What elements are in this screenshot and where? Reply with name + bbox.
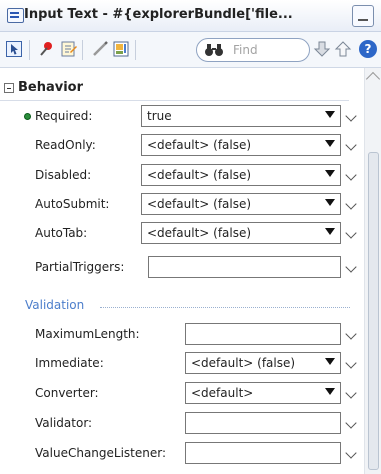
edit-icon[interactable] [60, 40, 78, 58]
up-arrow-icon[interactable] [334, 40, 352, 58]
property-row-valuechangelistener: ValueChangeListener: [0, 442, 364, 468]
maximumlength-input[interactable] [185, 323, 341, 345]
property-label: Converter: [35, 386, 99, 400]
property-row-autotab: AutoTab: <default> (false) [0, 222, 364, 248]
property-row-validator: Validator: [0, 412, 364, 438]
valuechangelistener-input[interactable] [185, 442, 341, 464]
dropdown-arrow-icon [325, 170, 335, 177]
disabled-select[interactable]: <default> (false) [141, 164, 341, 186]
scroll-up-arrow-icon[interactable] [365, 71, 381, 87]
window-title: Input Text - #{explorerBundle['file... [24, 7, 293, 22]
select-value: <default> (false) [191, 356, 296, 370]
required-indicator-icon [24, 113, 31, 120]
validation-subsection: Validation [15, 298, 350, 318]
select-value: true [147, 109, 172, 123]
chevron-down-icon[interactable] [345, 261, 357, 273]
chevron-down-icon[interactable] [345, 387, 357, 399]
component-icon [7, 8, 24, 23]
collapse-icon[interactable] [4, 83, 14, 93]
property-label: AutoSubmit: [35, 197, 110, 211]
property-label: MaximumLength: [35, 327, 140, 341]
property-label: Validator: [35, 416, 93, 430]
required-select[interactable]: true [141, 105, 341, 127]
pencil-icon[interactable] [91, 40, 109, 58]
chevron-down-icon[interactable] [345, 417, 357, 429]
property-inspector-window: Input Text - #{explorerBundle['file... F… [0, 0, 381, 474]
select-value: <default> (false) [147, 197, 252, 211]
find-placeholder: Find [233, 43, 258, 57]
toolbar: Find ? [0, 32, 381, 68]
find-field[interactable]: Find [196, 38, 310, 62]
chevron-down-icon[interactable] [345, 139, 357, 151]
select-value: <default> (false) [147, 138, 252, 152]
properties-panel: Behavior Required: true ReadOnly: <defau… [0, 68, 364, 474]
chevron-down-icon[interactable] [345, 357, 357, 369]
chevron-down-icon[interactable] [345, 110, 357, 122]
down-arrow-icon[interactable] [313, 40, 331, 58]
subsection-divider [100, 307, 350, 308]
property-row-immediate: Immediate: <default> (false) [0, 352, 364, 378]
dropdown-arrow-icon [325, 388, 335, 395]
layout-icon[interactable] [112, 40, 130, 58]
property-label: Immediate: [35, 356, 104, 370]
scroll-thumb[interactable] [368, 152, 379, 470]
property-row-converter: Converter: <default> [0, 382, 364, 408]
subsection-title: Validation [25, 298, 85, 312]
dropdown-arrow-icon [325, 111, 335, 118]
property-label: ValueChangeListener: [35, 446, 167, 460]
dropdown-arrow-icon [325, 140, 335, 147]
dropdown-arrow-icon [325, 358, 335, 365]
property-label: Disabled: [35, 168, 92, 182]
select-value: <default> [191, 386, 254, 400]
chevron-down-icon[interactable] [345, 169, 357, 181]
readonly-select[interactable]: <default> (false) [141, 134, 341, 156]
property-row-maximumlength: MaximumLength: [0, 323, 364, 349]
property-row-readonly: ReadOnly: <default> (false) [0, 134, 364, 160]
chevron-down-icon[interactable] [345, 227, 357, 239]
property-row-required: Required: true [0, 105, 364, 131]
help-icon[interactable]: ? [359, 40, 377, 58]
validator-input[interactable] [185, 412, 341, 434]
select-value: <default> (false) [147, 226, 252, 240]
section-title: Behavior [18, 80, 84, 95]
converter-select[interactable]: <default> [185, 382, 341, 404]
minimize-button[interactable] [352, 5, 374, 27]
property-label: Required: [35, 109, 93, 123]
autosubmit-select[interactable]: <default> (false) [141, 193, 341, 215]
title-bar: Input Text - #{explorerBundle['file... [0, 0, 381, 32]
select-icon[interactable] [5, 40, 23, 58]
partialtriggers-input[interactable] [148, 256, 341, 278]
dropdown-arrow-icon [325, 228, 335, 235]
property-row-partialtriggers: PartialTriggers: [0, 256, 364, 282]
behavior-section: Behavior [0, 78, 364, 102]
property-row-disabled: Disabled: <default> (false) [0, 164, 364, 190]
pin-icon[interactable] [38, 40, 56, 58]
property-label: AutoTab: [35, 226, 88, 240]
select-value: <default> (false) [147, 168, 252, 182]
dropdown-arrow-icon [325, 199, 335, 206]
chevron-down-icon[interactable] [345, 328, 357, 340]
property-row-autosubmit: AutoSubmit: <default> (false) [0, 193, 364, 219]
chevron-down-icon[interactable] [345, 447, 357, 459]
property-label: PartialTriggers: [35, 260, 125, 274]
binoculars-icon [205, 44, 223, 56]
section-divider [0, 100, 349, 101]
autotab-select[interactable]: <default> (false) [141, 222, 341, 244]
immediate-select[interactable]: <default> (false) [185, 352, 341, 374]
property-label: ReadOnly: [35, 138, 96, 152]
vertical-scrollbar[interactable] [364, 68, 381, 474]
chevron-down-icon[interactable] [345, 198, 357, 210]
